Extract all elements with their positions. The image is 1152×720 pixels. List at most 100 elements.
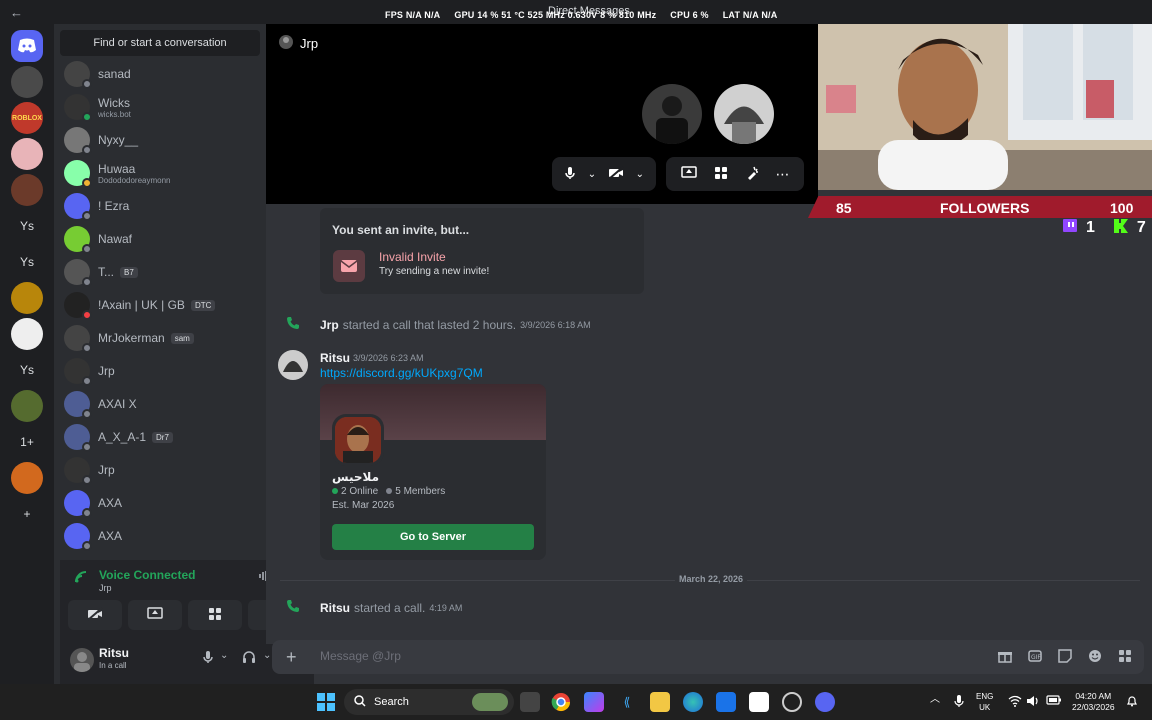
find-conversation-button[interactable]: Find or start a conversation — [60, 30, 260, 56]
camera-button[interactable] — [68, 600, 122, 630]
back-arrow-icon[interactable]: ← — [10, 5, 30, 20]
emoji-icon[interactable] — [1088, 649, 1102, 666]
dm-item[interactable]: Jrp — [64, 356, 258, 386]
server-icon-item[interactable] — [11, 282, 43, 314]
server-icon-item[interactable]: Ys — [11, 210, 43, 242]
edge-icon[interactable] — [683, 692, 703, 712]
obs-icon[interactable] — [782, 692, 802, 712]
taskbar-search[interactable]: Search — [344, 689, 514, 715]
task-view-icon[interactable] — [520, 692, 540, 712]
volume-icon[interactable] — [1026, 695, 1040, 710]
call-participant-avatar[interactable] — [642, 84, 702, 144]
server-icon-item[interactable] — [11, 174, 43, 206]
invite-link[interactable]: https://discord.gg/kUKpxg7QM — [320, 366, 483, 380]
server-icon-item[interactable] — [11, 66, 43, 98]
store-icon[interactable] — [749, 692, 769, 712]
call-author-2[interactable]: Ritsu — [320, 601, 350, 615]
dm-item[interactable]: !Axain | UK | GB DTC — [64, 290, 258, 320]
server-icon-item[interactable]: ROBLOX — [11, 102, 43, 134]
notification-bell-icon[interactable] — [1126, 695, 1138, 710]
server-icon-item[interactable]: 1+ — [11, 426, 43, 458]
discord-taskbar-icon[interactable] — [815, 692, 835, 712]
server-icon-item[interactable]: Ys — [11, 246, 43, 278]
call-mic-chevron-icon[interactable]: ⌄ — [588, 169, 596, 180]
chrome-icon[interactable] — [551, 692, 571, 712]
tray-mic-icon[interactable] — [954, 694, 964, 711]
server-icon-item[interactable]: Ys — [11, 354, 43, 386]
dm-item[interactable]: AXA — [64, 488, 258, 518]
dm-item[interactable]: ! Ezra — [64, 191, 258, 221]
dm-item[interactable]: Nawaf — [64, 224, 258, 254]
copilot-icon[interactable] — [584, 692, 604, 712]
outlook-icon[interactable] — [716, 692, 736, 712]
call-camera-off-icon[interactable] — [608, 165, 624, 183]
server-icon — [332, 414, 384, 466]
status-indicator-icon — [82, 343, 92, 353]
call-header: Jrp — [278, 34, 318, 53]
gif-icon[interactable]: GIF — [1028, 649, 1042, 666]
dm-name: sanad — [98, 67, 131, 81]
dm-name: T... — [98, 265, 115, 279]
signal-icon[interactable] — [74, 570, 88, 584]
audio-options-chevron-icon[interactable]: ⌄ — [263, 650, 271, 661]
mic-options-chevron-icon[interactable]: ⌄ — [220, 650, 228, 661]
activities-button[interactable] — [188, 600, 242, 630]
envelope-icon — [333, 250, 365, 282]
clock[interactable]: 04:20 AM 22/03/2026 — [1072, 691, 1115, 713]
more-options-icon[interactable]: ⋯ — [776, 166, 790, 183]
followers-count: 85 — [836, 200, 852, 216]
dm-item[interactable]: Wicks wicks.bot — [64, 92, 258, 122]
headphones-icon[interactable] — [242, 650, 256, 667]
sticker-icon[interactable] — [1058, 649, 1072, 666]
dm-item[interactable]: AXAI X — [64, 389, 258, 419]
followers-goal: 100 — [1110, 200, 1134, 216]
call-soundboard-icon[interactable] — [745, 166, 759, 183]
go-to-server-button[interactable]: Go to Server — [332, 524, 534, 550]
dm-item[interactable]: sanad — [64, 59, 258, 89]
call-screen-share-icon[interactable] — [680, 165, 697, 183]
call-author[interactable]: Jrp — [320, 318, 339, 332]
message-input[interactable]: Message @Jrp — [320, 649, 401, 663]
file-explorer-icon[interactable] — [650, 692, 670, 712]
dm-item[interactable]: Huwaa Dodododoreaymonn — [64, 158, 258, 188]
add-attachment-icon[interactable]: + — [286, 647, 297, 668]
call-activities-icon[interactable] — [714, 166, 728, 183]
wifi-icon[interactable] — [1008, 695, 1022, 710]
user-avatar[interactable] — [70, 648, 94, 672]
message-avatar[interactable] — [278, 350, 308, 380]
server-icon-item[interactable] — [11, 462, 43, 494]
gift-icon[interactable] — [998, 649, 1012, 666]
language-indicator[interactable]: ENG UK — [976, 691, 993, 713]
cpu-label: CPU — [670, 10, 690, 20]
devtools-icon[interactable]: ⟪ — [617, 692, 637, 712]
call-self-avatar[interactable] — [714, 84, 774, 144]
voice-channel-name[interactable]: Jrp — [99, 583, 112, 593]
dm-item[interactable]: AXA — [64, 521, 258, 551]
discord-home-icon[interactable] — [11, 30, 43, 62]
apps-icon[interactable] — [1118, 649, 1132, 666]
message-author[interactable]: Ritsu — [320, 351, 350, 365]
screen-share-button[interactable] — [128, 600, 182, 630]
language-code: ENG — [976, 692, 994, 701]
dm-item[interactable]: T... B7 — [64, 257, 258, 287]
user-name[interactable]: Ritsu — [99, 646, 129, 660]
microphone-icon[interactable] — [202, 650, 214, 667]
dm-item[interactable]: MrJokerman sam — [64, 323, 258, 353]
server-label: Ys — [19, 255, 34, 269]
tray-chevron-icon[interactable]: ︿ — [930, 694, 940, 705]
dm-item[interactable]: Nyxy__ — [64, 125, 258, 155]
dm-item[interactable]: Jrp — [64, 455, 258, 485]
windows-start-icon[interactable] — [316, 692, 336, 712]
status-indicator-icon — [82, 112, 92, 122]
voice-connected-label: Voice Connected — [99, 568, 196, 582]
server-icon-item[interactable] — [11, 390, 43, 422]
server-icon-item[interactable] — [11, 138, 43, 170]
call-camera-chevron-icon[interactable]: ⌄ — [636, 169, 644, 180]
server-icon-item[interactable]: + — [11, 498, 43, 530]
battery-icon[interactable] — [1046, 695, 1062, 708]
call-microphone-icon[interactable] — [564, 166, 576, 183]
clock-time: 04:20 AM — [1075, 691, 1112, 701]
server-icon-item[interactable] — [11, 318, 43, 350]
dm-item[interactable]: A_X_A-1 Dr7 — [64, 422, 258, 452]
server-name: ملاحيس — [332, 470, 380, 484]
